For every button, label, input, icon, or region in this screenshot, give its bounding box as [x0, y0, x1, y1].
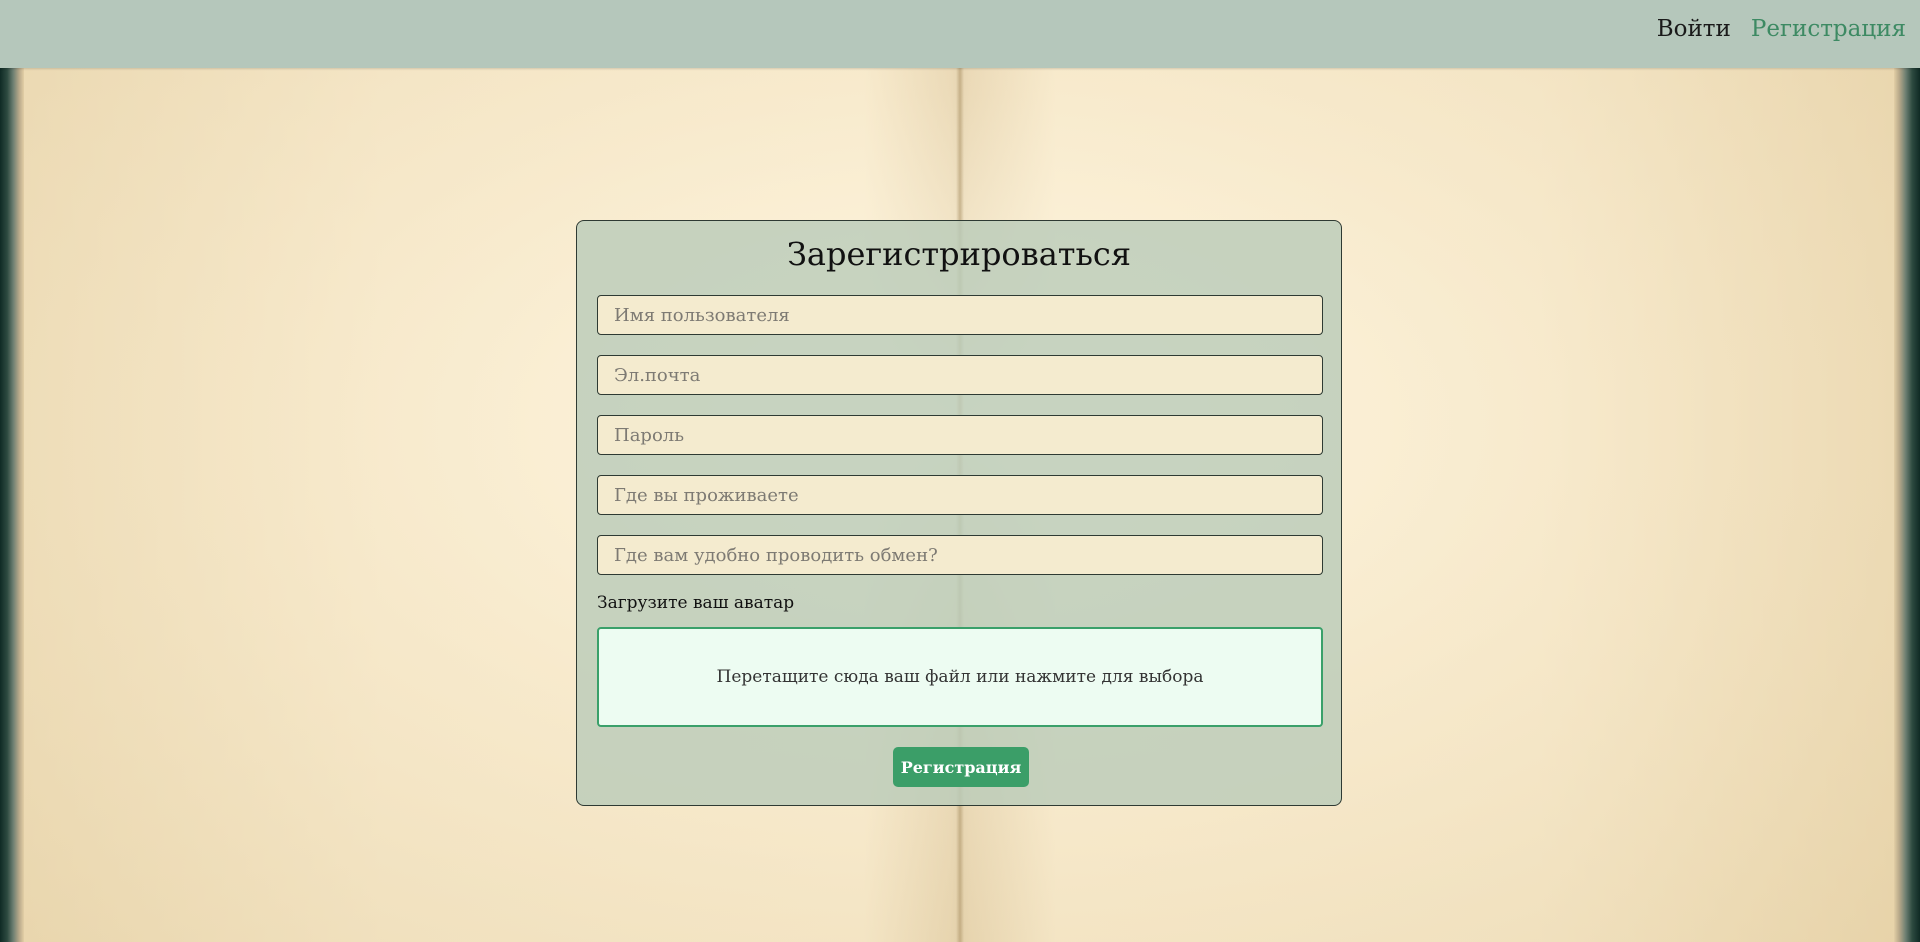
register-button[interactable]: Регистрация: [893, 747, 1029, 787]
dropzone-text: Перетащите сюда ваш файл или нажмите для…: [716, 667, 1204, 687]
exchange-place-field[interactable]: [597, 535, 1323, 575]
avatar-upload-label: Загрузите ваш аватар: [597, 593, 795, 613]
username-field[interactable]: [597, 295, 1323, 335]
book-edge-right: [1894, 0, 1920, 942]
avatar-dropzone[interactable]: Перетащите сюда ваш файл или нажмите для…: [597, 627, 1323, 727]
registration-form: Зарегистрироваться Загрузите ваш аватар …: [576, 220, 1342, 806]
book-edge-left: [0, 0, 24, 942]
register-link[interactable]: Регистрация: [1751, 16, 1906, 42]
login-link[interactable]: Войти: [1657, 16, 1731, 42]
email-field[interactable]: [597, 355, 1323, 395]
top-navbar: Войти Регистрация: [0, 0, 1920, 68]
location-field[interactable]: [597, 475, 1323, 515]
nav-links: Войти Регистрация: [1657, 16, 1906, 42]
form-title: Зарегистрироваться: [786, 235, 1132, 273]
password-field[interactable]: [597, 415, 1323, 455]
